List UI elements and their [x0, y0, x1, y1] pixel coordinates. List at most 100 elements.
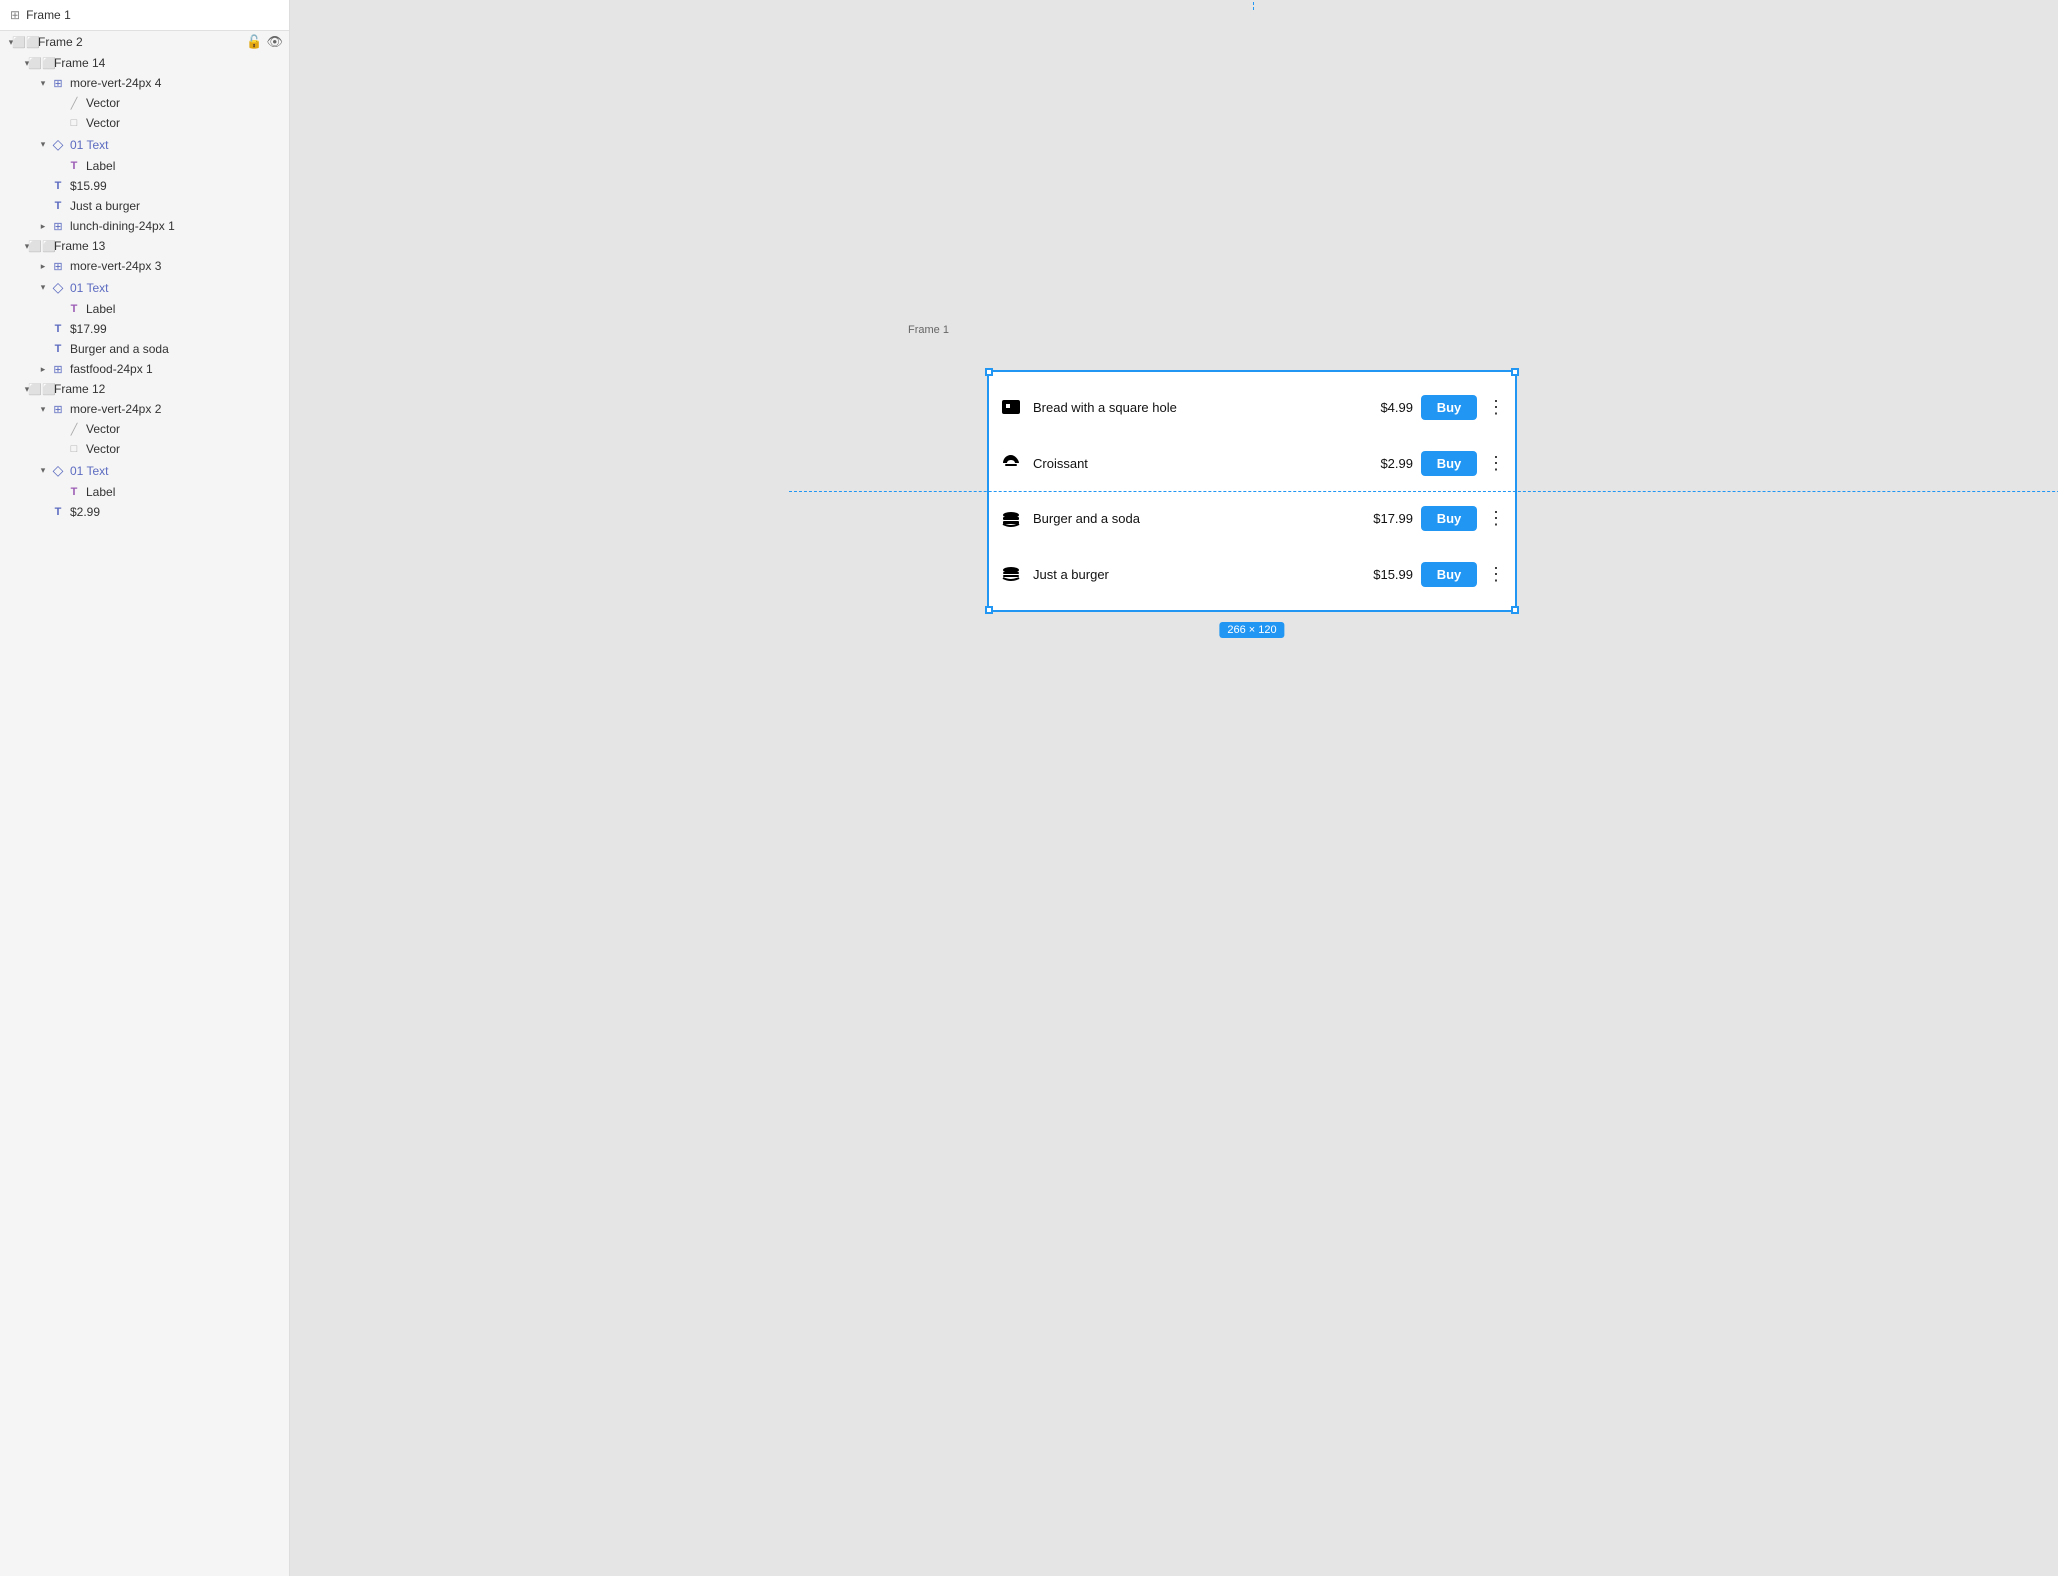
- food-icon-1: [997, 449, 1025, 477]
- sidebar-item-vector3[interactable]: ╱ Vector: [0, 419, 289, 439]
- type-icon: ⬜⬜: [34, 240, 50, 253]
- lock-icon[interactable]: 🔓: [246, 34, 262, 50]
- food-price-1: $2.99: [1353, 456, 1413, 471]
- type-icon: ⊞: [50, 403, 66, 416]
- layer-label: 01 Text: [70, 138, 289, 152]
- sidebar-item-label3[interactable]: T Label: [0, 482, 289, 502]
- buy-button-0[interactable]: Buy: [1421, 395, 1477, 420]
- canvas[interactable]: Frame 1 Bread with a square hole $4.99 B…: [290, 0, 2058, 1576]
- canvas-frame-label: Frame 1: [908, 324, 949, 336]
- type-icon: ⊞: [50, 260, 66, 273]
- type-icon: ⬜⬜: [34, 57, 50, 70]
- layer-label: Label: [86, 302, 289, 316]
- sidebar-item-name2[interactable]: T Burger and a soda: [0, 339, 289, 359]
- layer-label: 01 Text: [70, 464, 289, 478]
- food-price-3: $15.99: [1353, 567, 1413, 582]
- frame-grid-icon: ⊞: [10, 8, 20, 22]
- sidebar-item-fastfood[interactable]: ▸ ⊞ fastfood-24px 1: [0, 359, 289, 379]
- type-icon: T: [50, 343, 66, 355]
- layer-label: $2.99: [70, 505, 289, 519]
- more-icon-2[interactable]: ⋮: [1485, 508, 1507, 529]
- type-icon: T: [50, 323, 66, 335]
- layer-label: Burger and a soda: [70, 342, 289, 356]
- food-table: Bread with a square hole $4.99 Buy ⋮ Cro…: [989, 372, 1515, 610]
- size-badge: 266 × 120: [1219, 622, 1284, 638]
- food-icon-0: [997, 394, 1025, 422]
- buy-button-1[interactable]: Buy: [1421, 451, 1477, 476]
- buy-button-2[interactable]: Buy: [1421, 506, 1477, 531]
- layer-label: fastfood-24px 1: [70, 362, 289, 376]
- sidebar-item-vector1[interactable]: ╱ Vector: [0, 93, 289, 113]
- sidebar: ⊞ Frame 1 ▾ ⬜⬜ Frame 2 🔓 👁 ▾ ⬜⬜ Frame 14…: [0, 0, 290, 1576]
- food-name-0: Bread with a square hole: [1033, 400, 1345, 415]
- layer-label: more-vert-24px 3: [70, 259, 289, 273]
- type-icon: ⊞: [50, 77, 66, 90]
- layer-label: Vector: [86, 116, 289, 130]
- type-icon: T: [50, 180, 66, 192]
- chevron-icon[interactable]: ▾: [36, 465, 50, 476]
- food-icon-2: [997, 505, 1025, 533]
- chevron-icon[interactable]: ▸: [36, 261, 50, 272]
- layer-label: Vector: [86, 96, 289, 110]
- type-icon: T: [66, 303, 82, 315]
- type-icon: T: [66, 486, 82, 498]
- sidebar-item-more-vert-3[interactable]: ▸ ⊞ more-vert-24px 3: [0, 256, 289, 276]
- layer-tree: ▾ ⬜⬜ Frame 2 🔓 👁 ▾ ⬜⬜ Frame 14 ▾ ⊞ more-…: [0, 31, 289, 522]
- food-name-3: Just a burger: [1033, 567, 1345, 582]
- frame2-actions: 🔓 👁: [246, 34, 283, 50]
- type-icon: ◇: [50, 136, 66, 153]
- chevron-icon[interactable]: ▾: [36, 78, 50, 89]
- sidebar-item-vector4[interactable]: □ Vector: [0, 439, 289, 459]
- handle-top-right[interactable]: [1511, 368, 1519, 376]
- food-name-1: Croissant: [1033, 456, 1345, 471]
- handle-bottom-left[interactable]: [985, 606, 993, 614]
- chevron-icon[interactable]: ▾: [36, 282, 50, 293]
- chevron-icon[interactable]: ▸: [36, 221, 50, 232]
- type-icon: ╱: [66, 97, 82, 110]
- sidebar-item-price3[interactable]: T $2.99: [0, 502, 289, 522]
- sidebar-item-name1[interactable]: T Just a burger: [0, 196, 289, 216]
- sidebar-item-label1[interactable]: T Label: [0, 156, 289, 176]
- layer-label: Label: [86, 159, 289, 173]
- sidebar-item-frame14[interactable]: ▾ ⬜⬜ Frame 14: [0, 53, 289, 73]
- buy-button-3[interactable]: Buy: [1421, 562, 1477, 587]
- handle-bottom-right[interactable]: [1511, 606, 1519, 614]
- sidebar-item-lunch-dining[interactable]: ▸ ⊞ lunch-dining-24px 1: [0, 216, 289, 236]
- food-row-1: Croissant $2.99 Buy ⋮: [993, 447, 1511, 479]
- type-icon: T: [50, 506, 66, 518]
- sidebar-item-frame2[interactable]: ▾ ⬜⬜ Frame 2 🔓 👁: [0, 31, 289, 53]
- food-row-2: Burger and a soda $17.99 Buy ⋮: [993, 503, 1511, 535]
- type-icon: T: [50, 200, 66, 212]
- sidebar-item-price2[interactable]: T $17.99: [0, 319, 289, 339]
- sidebar-item-01text-1[interactable]: ▾ ◇ 01 Text: [0, 133, 289, 156]
- layer-label: more-vert-24px 2: [70, 402, 289, 416]
- eye-icon[interactable]: 👁: [266, 34, 283, 50]
- sidebar-item-more-vert-4[interactable]: ▾ ⊞ more-vert-24px 4: [0, 73, 289, 93]
- more-icon-0[interactable]: ⋮: [1485, 397, 1507, 418]
- sidebar-item-label2[interactable]: T Label: [0, 299, 289, 319]
- food-row-3: Just a burger $15.99 Buy ⋮: [993, 558, 1511, 590]
- sidebar-item-01text-3[interactable]: ▾ ◇ 01 Text: [0, 459, 289, 482]
- sidebar-root-title: Frame 1: [26, 8, 71, 22]
- handle-top-left[interactable]: [985, 368, 993, 376]
- type-icon: ⬜⬜: [18, 36, 34, 49]
- sidebar-item-more-vert-2[interactable]: ▾ ⊞ more-vert-24px 2: [0, 399, 289, 419]
- sidebar-item-frame13[interactable]: ▾ ⬜⬜ Frame 13: [0, 236, 289, 256]
- more-icon-1[interactable]: ⋮: [1485, 453, 1507, 474]
- food-name-2: Burger and a soda: [1033, 511, 1345, 526]
- sidebar-item-vector2[interactable]: □ Vector: [0, 113, 289, 133]
- chevron-icon[interactable]: ▾: [36, 139, 50, 150]
- layer-label: Frame 13: [54, 239, 289, 253]
- dashed-line-vertical: [1253, 2, 1254, 10]
- type-icon: ╱: [66, 423, 82, 436]
- more-icon-3[interactable]: ⋮: [1485, 564, 1507, 585]
- sidebar-item-frame12[interactable]: ▾ ⬜⬜ Frame 12: [0, 379, 289, 399]
- food-icon-3: [997, 560, 1025, 588]
- sidebar-root-header[interactable]: ⊞ Frame 1: [0, 0, 289, 31]
- chevron-icon[interactable]: ▾: [36, 404, 50, 415]
- layer-label: Frame 12: [54, 382, 289, 396]
- sidebar-item-price1[interactable]: T $15.99: [0, 176, 289, 196]
- chevron-icon[interactable]: ▸: [36, 364, 50, 375]
- design-frame[interactable]: Bread with a square hole $4.99 Buy ⋮ Cro…: [987, 370, 1517, 612]
- sidebar-item-01text-2[interactable]: ▾ ◇ 01 Text: [0, 276, 289, 299]
